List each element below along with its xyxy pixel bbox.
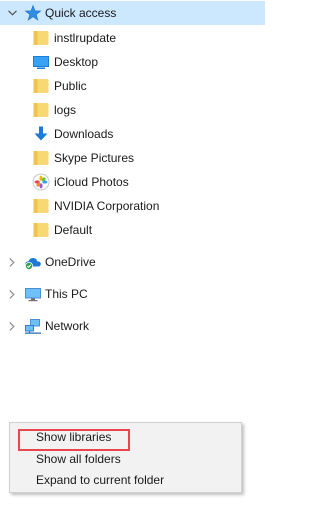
icloud-photos-icon	[32, 173, 50, 191]
star-icon	[24, 4, 42, 22]
menu-item-expand-to-current-folder[interactable]: Expand to current folder	[36, 470, 164, 490]
network-icon	[24, 317, 42, 335]
chevron-right-icon[interactable]	[7, 282, 17, 306]
tree-item-label: iCloud Photos	[54, 175, 129, 189]
folder-icon	[32, 197, 50, 215]
computer-monitor-icon	[24, 285, 42, 303]
folder-icon	[32, 101, 50, 119]
folder-icon	[32, 221, 50, 239]
folder-icon	[32, 77, 50, 95]
context-menu: Show libraries Show all folders Expand t…	[9, 422, 242, 493]
tree-item-logs[interactable]: logs	[0, 98, 265, 122]
menu-item-show-all-folders[interactable]: Show all folders	[36, 449, 121, 469]
tree-item-label: Default	[54, 223, 93, 237]
tree-item-downloads[interactable]: Downloads	[0, 122, 265, 146]
chevron-down-icon[interactable]	[7, 1, 17, 25]
chevron-right-icon[interactable]	[7, 250, 17, 274]
tree-item-desktop[interactable]: Desktop	[0, 50, 265, 74]
tree-item-label: Network	[45, 319, 90, 333]
tree-item-label: Downloads	[54, 127, 114, 141]
tree-item-label: Skype Pictures	[54, 151, 135, 165]
tree-item-instlrupdate[interactable]: instlrupdate	[0, 26, 265, 50]
folder-icon	[32, 29, 50, 47]
tree-item-label: OneDrive	[45, 255, 96, 269]
tree-item-public[interactable]: Public	[0, 74, 265, 98]
download-arrow-icon	[32, 125, 50, 143]
tree-item-quick-access[interactable]: Quick access	[0, 1, 265, 25]
tree-item-onedrive[interactable]: OneDrive	[0, 250, 265, 274]
tree-item-nvidia-corporation[interactable]: NVIDIA Corporation	[0, 194, 265, 218]
menu-item-show-libraries[interactable]: Show libraries	[36, 427, 111, 447]
tree-item-icloud-photos[interactable]: iCloud Photos	[0, 170, 265, 194]
tree-item-this-pc[interactable]: This PC	[0, 282, 265, 306]
tree-item-label: NVIDIA Corporation	[54, 199, 160, 213]
folder-icon	[32, 149, 50, 167]
tree-item-label: instlrupdate	[54, 31, 117, 45]
tree-item-label: Desktop	[54, 55, 99, 69]
tree-item-label: Public	[54, 79, 87, 93]
onedrive-cloud-icon	[24, 253, 42, 271]
desktop-icon	[32, 53, 50, 71]
tree-item-label: logs	[54, 103, 77, 117]
tree-item-default[interactable]: Default	[0, 218, 265, 242]
tree-item-skype-pictures[interactable]: Skype Pictures	[0, 146, 265, 170]
tree-item-network[interactable]: Network	[0, 314, 265, 338]
tree-item-label: Quick access	[45, 6, 117, 20]
tree-item-label: This PC	[45, 287, 88, 301]
chevron-right-icon[interactable]	[7, 314, 17, 338]
